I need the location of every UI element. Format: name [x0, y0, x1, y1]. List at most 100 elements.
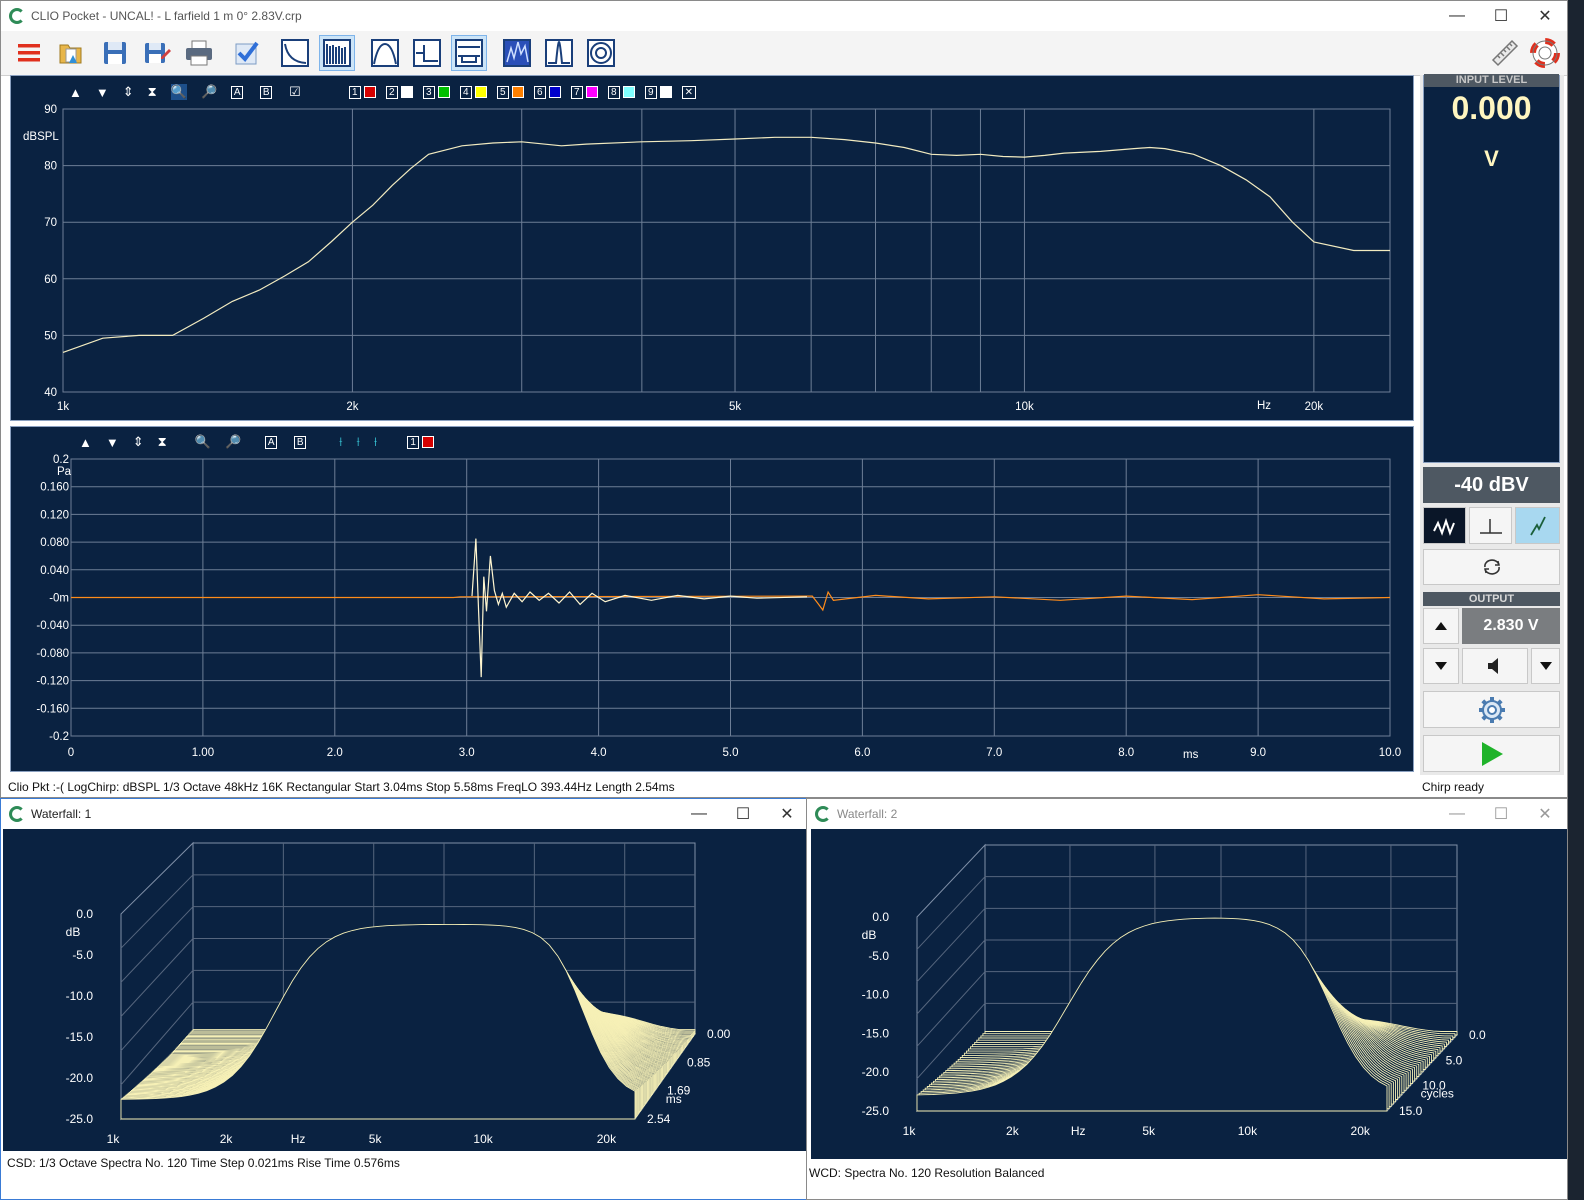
waterfall-z-tick-label: 15.0 [1399, 1104, 1423, 1118]
input-level-unit: V [1484, 146, 1499, 171]
waterfall-x-tick-label: 20k [597, 1132, 617, 1146]
right-status: Chirp ready [1422, 780, 1485, 794]
freq-response-button[interactable] [277, 35, 313, 71]
play-icon [1481, 741, 1503, 766]
fr-x-tick-label: 1k [57, 401, 69, 413]
minimize-button[interactable]: — [1435, 799, 1479, 829]
close-button[interactable]: ✕ [765, 799, 809, 829]
filter-button[interactable] [367, 35, 403, 71]
imp-y-tick-label: 0.120 [40, 509, 69, 521]
close-button[interactable]: ✕ [1523, 799, 1567, 829]
imp-x-tick-label: 1.00 [192, 747, 214, 759]
input-level-meter: INPUT LEVEL 0.000 V [1423, 74, 1560, 463]
maximize-button[interactable]: ☐ [1479, 1, 1523, 31]
waterfall-y-tick-label: 0.0 [872, 910, 889, 924]
peak-button[interactable] [541, 35, 577, 71]
maximize-button[interactable]: ☐ [721, 799, 765, 829]
signal-chirp-button[interactable] [1423, 507, 1466, 544]
window-button[interactable] [451, 35, 487, 71]
waterfall-1-title-bar[interactable]: Waterfall: 1 — ☐ ✕ [1, 799, 809, 829]
ruler-button[interactable] [1487, 35, 1523, 71]
imp-y-tick-label: 0.080 [40, 537, 69, 549]
chirp-wave-icon [1432, 517, 1455, 536]
output-label: OUTPUT [1423, 592, 1560, 606]
waterfall-2-title: Waterfall: 2 [837, 807, 898, 821]
frequency-response-chart[interactable]: 90 80 70 60 50 401k 2k 5k 10k 20k [11, 76, 1415, 422]
imp-windowed-trace [471, 538, 808, 678]
save-button[interactable] [97, 35, 133, 71]
signal-sweep-button[interactable] [1515, 507, 1560, 544]
frequency-response-panel: ▲ ▼ ⇕ ⧗ 🔍 🔎 A B ☑ 123456789 ✕ 90 80 70 60 50… [10, 75, 1414, 421]
output-up-button[interactable] [1423, 608, 1459, 644]
waterfall-button[interactable] [499, 35, 535, 71]
loop-icon [1483, 559, 1500, 575]
menu-button[interactable] [11, 35, 47, 71]
waterfall-z-tick-label: 2.54 [647, 1112, 671, 1126]
close-button[interactable]: ✕ [1523, 1, 1567, 31]
waterfall-grid-line [120, 906, 194, 983]
window-title: CLIO Pocket - UNCAL! - L farfield 1 m 0°… [31, 9, 302, 23]
waterfall-z-tick-label: 0.00 [707, 1027, 731, 1041]
maximize-button[interactable]: ☐ [1479, 799, 1523, 829]
impulse-button[interactable] [409, 35, 445, 71]
polar-button[interactable] [583, 35, 619, 71]
minimize-button[interactable]: — [677, 799, 721, 829]
control-panel: INPUT LEVEL 0.000 V -40 dBV OUTPUT 2.830… [1420, 74, 1564, 775]
minimize-button[interactable]: — [1435, 1, 1479, 31]
mute-button[interactable] [1462, 648, 1528, 684]
waterfall-y-tick-label: -10.0 [862, 988, 890, 1002]
waterfall-y-tick-label: -15.0 [66, 1030, 94, 1044]
imp-y-tick-label: 0.160 [40, 482, 69, 494]
validate-button[interactable] [229, 35, 265, 71]
waterfall-2-title-bar[interactable]: Waterfall: 2 — ☐ ✕ [807, 799, 1567, 829]
print-button[interactable] [181, 35, 217, 71]
waterfall-y-tick-label: -5.0 [72, 948, 93, 962]
waterfall-1-title: Waterfall: 1 [31, 807, 92, 821]
waterfall-x-tick-label: 1k [107, 1132, 121, 1146]
waterfall-1-status-bar: CSD: 1/3 Octave Spectra No. 120 Time Ste… [7, 1156, 400, 1170]
start-measurement-button[interactable] [1423, 735, 1560, 772]
fr-y-tick-label: 70 [44, 217, 57, 229]
save-as-icon [145, 43, 171, 63]
imp-y-tick-label: -0.2 [49, 731, 69, 743]
gear-icon [1478, 696, 1505, 723]
waterfall-grid-line [916, 907, 986, 983]
clio-logo-icon [815, 806, 831, 822]
open-button[interactable] [53, 35, 89, 71]
window-icon [455, 39, 483, 67]
fr-y-unit-label: dBSPL [23, 131, 59, 143]
waterfall-2-chart[interactable]: 0.0 -5.0 -10.0 -15.0 -20.0 -25.0 dB 1k 2k Hz 5k 10k… [811, 829, 1567, 1159]
settings-button[interactable] [1423, 691, 1560, 728]
input-range-button[interactable]: -40 dBV [1423, 467, 1560, 503]
imp-y-tick-label: -0.160 [36, 703, 69, 715]
title-bar[interactable]: CLIO Pocket - UNCAL! - L farfield 1 m 0°… [1, 1, 1567, 31]
input-level-label: INPUT LEVEL [1424, 74, 1559, 87]
output-down-button[interactable] [1423, 648, 1459, 684]
waterfall-1-chart[interactable]: 0.0 -5.0 -10.0 -15.0 -20.0 -25.0 dB 1k 2k Hz 5k 10k… [3, 829, 807, 1151]
ruler-icon [1491, 39, 1519, 67]
output-menu-button[interactable] [1531, 648, 1560, 684]
loop-button[interactable] [1423, 549, 1560, 585]
peak-icon [545, 39, 573, 67]
waterfall-y-tick-label: -20.0 [862, 1065, 890, 1079]
help-button[interactable] [1527, 35, 1563, 71]
waterfall-x-tick-label: 10k [1238, 1124, 1258, 1138]
pulse-icon [1479, 518, 1502, 534]
impulse-response-chart[interactable]: 0 1.00 2.0 3.0 4.0 5.0 6.0 7.0 8.0 9.0 10.0 0.2 0.16… [11, 427, 1415, 773]
fr-x-tick-label: 5k [729, 401, 741, 413]
imp-y-tick-label: 0.040 [40, 565, 69, 577]
waterfall-icon [503, 39, 531, 67]
imp-x-tick-label: 4.0 [591, 747, 607, 759]
waterfall-z-unit-label: ms [666, 1092, 682, 1106]
signal-pulse-button[interactable] [1469, 507, 1512, 544]
imp-x-unit-label: ms [1183, 749, 1199, 761]
waterfall-y-unit-label: dB [862, 928, 877, 942]
spectrum-button[interactable] [319, 35, 355, 71]
waterfall-y-unit-label: dB [66, 925, 81, 939]
save-as-button[interactable] [139, 35, 175, 71]
save-icon [104, 42, 126, 64]
help-lifebuoy-icon [1530, 38, 1560, 68]
clio-logo-icon [9, 8, 25, 24]
fr-y-tick-label: 90 [44, 104, 57, 116]
waterfall-y-tick-label: 0.0 [76, 907, 93, 921]
